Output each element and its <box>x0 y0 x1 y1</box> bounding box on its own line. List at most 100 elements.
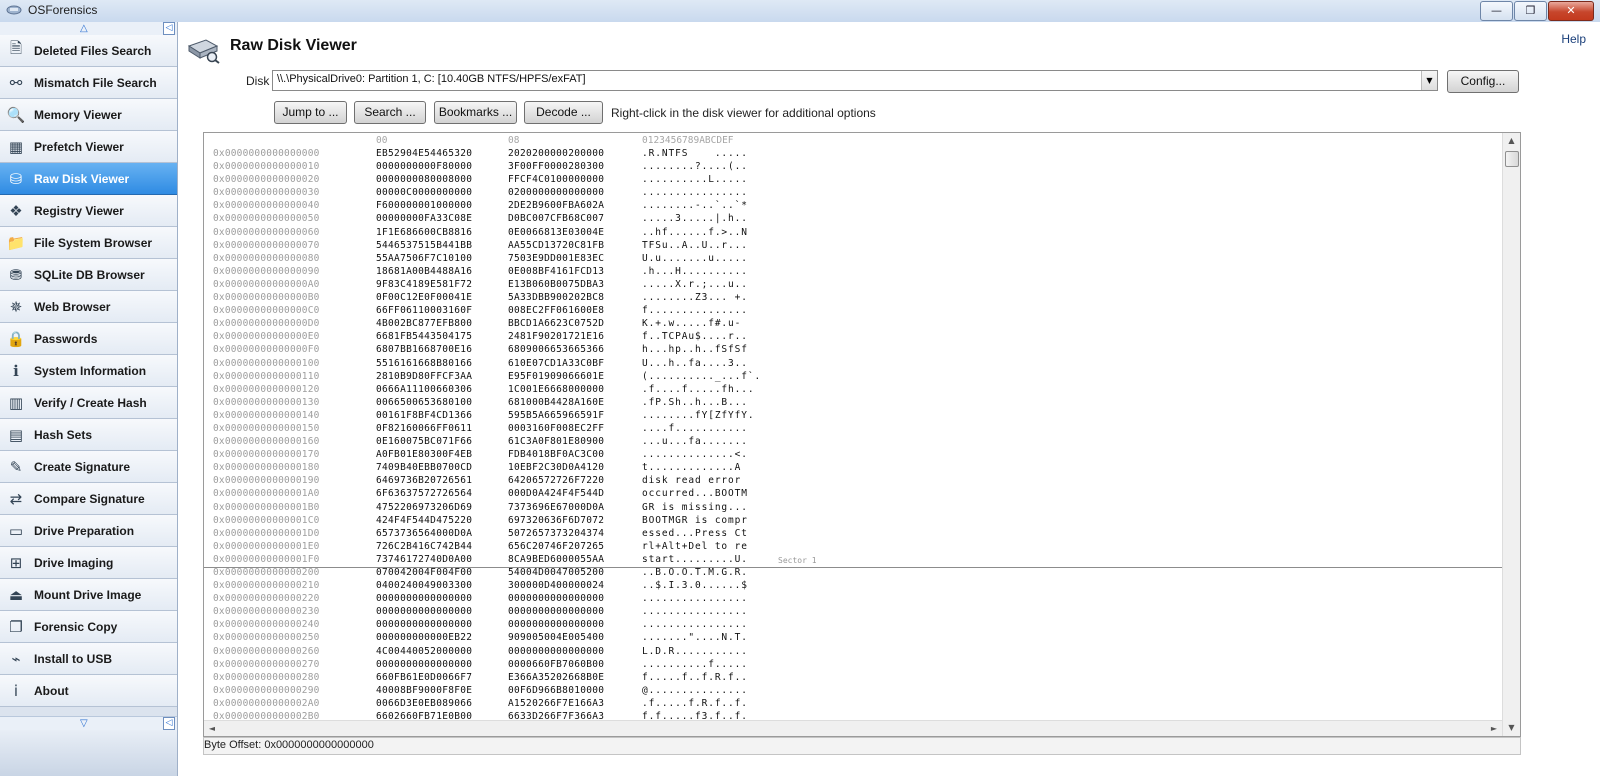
close-button[interactable]: ✕ <box>1548 1 1594 21</box>
sidebar-item-drive-preparation[interactable]: ▭ Drive Preparation <box>0 515 177 547</box>
scroll-left-arrow-icon[interactable]: ◄ <box>204 721 220 736</box>
scroll-up-arrow-icon[interactable]: ▲ <box>1503 133 1520 149</box>
sidebar-item-registry-viewer[interactable]: ❖ Registry Viewer <box>0 195 177 227</box>
scroll-down-arrow-icon[interactable]: ▼ <box>1503 720 1520 736</box>
collapse-sidebar-icon[interactable]: ◁ <box>163 717 175 730</box>
mount-drive-icon: ⏏ <box>8 585 24 604</box>
ascii-column-header: 0123456789ABCDEF <box>642 135 734 146</box>
hex-bytes-cell: 000D0A424F4F544D <box>508 488 605 500</box>
ascii-cell: ................ <box>642 593 748 605</box>
hex-viewer[interactable]: 00 08 0123456789ABCDEF 0x000000000000000… <box>203 132 1521 737</box>
sidebar-item-prefetch-viewer[interactable]: ▦ Prefetch Viewer <box>0 131 177 163</box>
sidebar-item-web-browser[interactable]: ✵ Web Browser <box>0 291 177 323</box>
sidebar-item-about[interactable]: i About <box>0 675 177 707</box>
scroll-right-arrow-icon[interactable]: ► <box>1486 721 1502 736</box>
ascii-cell: U.u.......u..... <box>642 252 748 264</box>
sidebar-item-mount-drive-image[interactable]: ⏏ Mount Drive Image <box>0 579 177 611</box>
hex-bytes-cell: 697320636F6D7072 <box>508 514 605 526</box>
ascii-cell: .f.....f.R.f..f. <box>642 697 748 709</box>
sidebar-scroll-up[interactable]: △ ◁ <box>0 22 177 36</box>
hex-bytes-cell: 0F82160066FF0611 <box>376 422 473 434</box>
config-button[interactable]: Config... <box>1447 70 1519 93</box>
offset-cell: 0x00000000000001F0 <box>213 553 320 565</box>
hex-bytes-cell: 0E0066813E03004E <box>508 226 605 238</box>
sidebar-item-drive-imaging[interactable]: ⊞ Drive Imaging <box>0 547 177 579</box>
ascii-cell: ..........L..... <box>642 174 748 186</box>
sidebar-item-create-signature[interactable]: ✎ Create Signature <box>0 451 177 483</box>
sidebar-item-label: Verify / Create Hash <box>34 395 147 410</box>
hex-bytes-cell: 0666A11100660306 <box>376 383 473 395</box>
ascii-cell: .f....f.....fh... <box>642 383 755 395</box>
chevron-down-icon[interactable]: ▼ <box>1421 71 1437 90</box>
hex-bytes-cell: 0000000080008000 <box>376 174 473 186</box>
bookmarks-button[interactable]: Bookmarks ... <box>434 101 517 124</box>
sidebar-item-sqlite-db-browser[interactable]: ⛃ SQLite DB Browser <box>0 259 177 291</box>
horizontal-scrollbar[interactable]: ◄ ► <box>204 720 1502 736</box>
ascii-cell: ....f........... <box>642 422 748 434</box>
sidebar-list: 🗎 Deleted Files Search ⚯ Mismatch File Sear… <box>0 35 177 707</box>
drive-preparation-icon: ▭ <box>8 521 24 540</box>
offset-cell: 0x0000000000000090 <box>213 265 320 277</box>
compare-signature-icon: ⇄ <box>9 489 23 508</box>
hex-bytes-cell: 0000000000000000 <box>508 593 605 605</box>
hex-column-header: 08 <box>508 135 520 146</box>
sidebar-item-label: Compare Signature <box>34 491 145 506</box>
help-link[interactable]: Help <box>1561 32 1586 46</box>
sidebar-item-file-system-browser[interactable]: 📁 File System Browser <box>0 227 177 259</box>
offset-cell: 0x0000000000000000 <box>213 148 320 159</box>
sidebar-item-label: Hash Sets <box>34 427 93 442</box>
sidebar-scroll-down[interactable]: ▽ ◁ <box>0 716 177 731</box>
sidebar-item-memory-viewer[interactable]: 🔍 Memory Viewer <box>0 99 177 131</box>
jump-to-button[interactable]: Jump to ... <box>274 101 347 124</box>
hex-bytes-cell: 1F1E686600CB8816 <box>376 226 473 238</box>
minimize-button[interactable]: — <box>1480 1 1513 21</box>
hex-bytes-cell: 008EC2FF061600E8 <box>508 305 605 317</box>
ascii-cell: (.........._...f`. <box>642 370 762 382</box>
offset-cell: 0x0000000000000260 <box>213 645 320 657</box>
sidebar-item-deleted-files-search[interactable]: 🗎 Deleted Files Search <box>0 35 177 67</box>
ascii-cell: ..B.O.O.T.M.G.R. <box>642 567 748 578</box>
offset-cell: 0x0000000000000050 <box>213 213 320 225</box>
ascii-cell: disk read error <box>642 475 748 487</box>
hex-bytes-cell: 5072657373204374 <box>508 527 605 539</box>
ascii-cell: ..hf......f.>..N <box>642 226 748 238</box>
sidebar-item-raw-disk-viewer[interactable]: ⛁ Raw Disk Viewer <box>0 163 177 195</box>
ascii-cell: K.+.w.....f#.u- <box>642 318 742 330</box>
collapse-sidebar-icon[interactable]: ◁ <box>163 22 175 35</box>
sidebar-item-label: Memory Viewer <box>34 107 122 122</box>
hex-bytes-cell: 424F4F544D475220 <box>376 514 473 526</box>
offset-cell: 0x0000000000000280 <box>213 671 320 683</box>
hint-text: Right-click in the disk viewer for addit… <box>611 106 876 120</box>
system-info-icon: ℹ <box>13 361 19 380</box>
offset-cell: 0x0000000000000150 <box>213 422 320 434</box>
sidebar-item-compare-signature[interactable]: ⇄ Compare Signature <box>0 483 177 515</box>
sidebar-item-hash-sets[interactable]: ▤ Hash Sets <box>0 419 177 451</box>
vertical-scrollbar[interactable]: ▲ ▼ <box>1502 133 1520 736</box>
hex-bytes-cell: 00000000FA33C08E <box>376 213 473 225</box>
disk-select-value: \\.\PhysicalDrive0: Partition 1, C: [10.… <box>277 73 586 85</box>
hex-bytes-cell: 0000000000000000 <box>508 645 605 657</box>
hex-bytes-cell: FFCF4C0100000000 <box>508 174 605 186</box>
sidebar-item-verify-create-hash[interactable]: ▥ Verify / Create Hash <box>0 387 177 419</box>
prefetch-viewer-icon: ▦ <box>8 137 24 156</box>
sector-divider <box>204 566 1502 568</box>
decode-button[interactable]: Decode ... <box>524 101 603 124</box>
restore-button[interactable]: ❐ <box>1514 1 1547 21</box>
scrollbar-thumb[interactable] <box>1505 151 1519 167</box>
sidebar-item-label: Drive Imaging <box>34 555 114 570</box>
ascii-cell: f.....f..f.R.f.. <box>642 671 748 683</box>
ascii-cell: U...h..fa....3.. <box>642 357 748 369</box>
offset-cell: 0x00000000000000B0 <box>213 292 320 304</box>
hex-bytes-cell: 55AA7506F7C10100 <box>376 252 473 264</box>
sidebar-item-install-to-usb[interactable]: ⌁ Install to USB <box>0 643 177 675</box>
sidebar-item-system-information[interactable]: ℹ System Information <box>0 355 177 387</box>
sidebar-item-forensic-copy[interactable]: ❐ Forensic Copy <box>0 611 177 643</box>
hex-bytes-cell: FDB4018BF0AC3C00 <box>508 449 605 461</box>
hex-bytes-cell: 7503E9DD001E83EC <box>508 252 605 264</box>
sidebar-item-mismatch-file-search[interactable]: ⚯ Mismatch File Search <box>0 67 177 99</box>
ascii-cell: ................ <box>642 187 748 199</box>
disk-select[interactable]: \\.\PhysicalDrive0: Partition 1, C: [10.… <box>272 70 1438 91</box>
sidebar-item-passwords[interactable]: 🔒 Passwords <box>0 323 177 355</box>
search-button[interactable]: Search ... <box>354 101 426 124</box>
scroll-up-icon: △ <box>80 23 88 34</box>
